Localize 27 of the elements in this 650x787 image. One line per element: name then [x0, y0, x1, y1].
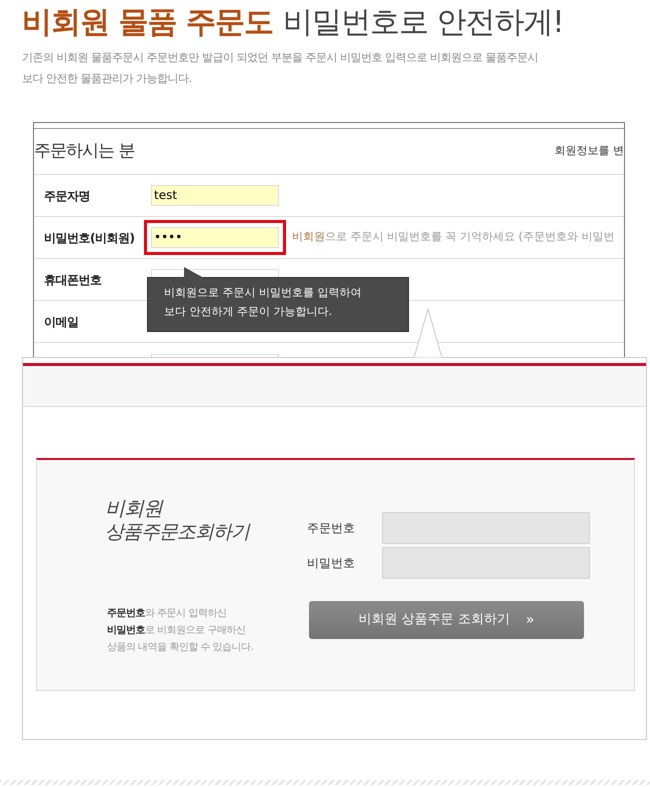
field-label: 비밀번호 [307, 555, 356, 572]
field-label: 비밀번호(비회원) [43, 230, 136, 246]
field-label: 주문자명 [43, 188, 91, 204]
headline-accent: 비회원 물품 주문도 [22, 4, 273, 42]
member-info-link[interactable]: 회원정보를 변 [554, 143, 624, 160]
handwritten-title: 상품주문조회하기 [105, 520, 249, 544]
note-text: 비밀번호로 비회원으로 구매하신 [107, 624, 246, 638]
note-text: 주문번호와 주문시 입력하신 [107, 607, 228, 621]
tooltip-text: 보다 안전하게 주문이 가능합니다. [164, 304, 333, 320]
input-field[interactable] [382, 547, 590, 579]
lookup-button[interactable]: 비회원 상품주문 조회하기 » [309, 601, 584, 639]
field-label: 이메일 [43, 314, 80, 330]
intro-text: 기존의 비회원 물품주문시 주문번호만 발급이 되었던 부분을 주문시 비밀번호 입력으로 비회원으로 물품주문시 [22, 50, 538, 66]
input-field[interactable]: test [151, 185, 279, 206]
hint-text: 으로 주문시 비밀번호를 꼭 기억하세요 (주문번호와 비밀번 [325, 229, 614, 246]
intro-text: 보다 안전한 물품관리가 가능합니다. [22, 70, 192, 86]
field-label: 휴대폰번호 [43, 272, 102, 288]
tooltip-text: 비회원으로 주문시 비밀번호를 입력하여 [164, 285, 362, 301]
handwritten-title: 비회원 [105, 496, 164, 520]
chevron-icon: » [526, 610, 534, 630]
input-field[interactable] [382, 512, 590, 544]
input-field[interactable]: •••• [151, 227, 279, 248]
section-title: 주문하시는 분 [34, 140, 134, 163]
note-text: 상품의 내역을 확인할 수 있습니다. [107, 641, 254, 655]
field-label: 주문번호 [307, 520, 356, 537]
headline: 비밀번호로 안전하게! [282, 4, 564, 42]
hint-accent: 비회원 [292, 229, 325, 246]
